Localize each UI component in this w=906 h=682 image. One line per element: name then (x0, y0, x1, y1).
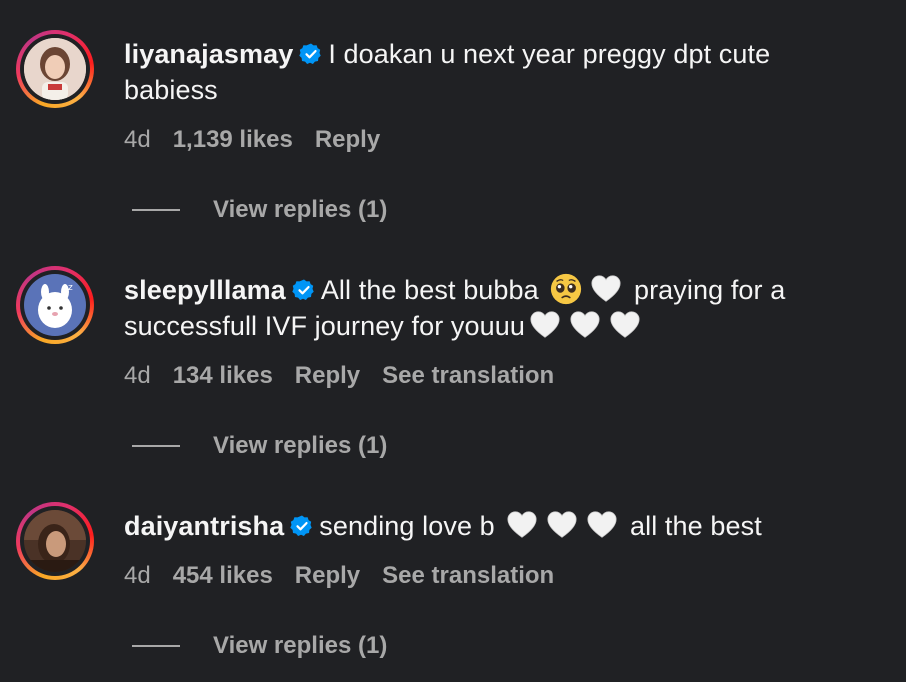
reply-button[interactable]: Reply (315, 126, 380, 153)
view-replies-button[interactable]: View replies (1) (132, 431, 387, 461)
avatar-image (24, 510, 86, 572)
comment-timestamp: 4d (124, 562, 151, 589)
replies-divider-line (132, 445, 180, 447)
avatar-image: z (24, 274, 86, 336)
comments-panel: { "comments": [ { "username": "liyanajas… (0, 0, 906, 682)
likes-count[interactable]: 1,139 likes (173, 126, 293, 153)
verified-badge-icon (290, 515, 312, 536)
comment-meta: 4d 1,139 likes Reply (124, 125, 402, 155)
likes-count[interactable]: 134 likes (173, 362, 273, 389)
comment-body: liyanajasmay I doakan u next year preggy… (124, 36, 844, 108)
white-heart-emoji (507, 511, 537, 538)
replies-divider-line (132, 209, 180, 211)
white-heart-emoji (547, 511, 577, 538)
comment-text-part1: All the best bubba (320, 275, 547, 305)
comment-username[interactable]: sleepylllama (124, 275, 286, 305)
avatar[interactable] (16, 30, 94, 108)
comment-text-part1: sending love b (319, 511, 503, 541)
see-translation-button[interactable]: See translation (382, 362, 554, 389)
white-heart-emoji (587, 511, 617, 538)
likes-count[interactable]: 454 likes (173, 562, 273, 589)
avatar-image (24, 38, 86, 100)
white-heart-emoji (530, 311, 560, 338)
comment-username[interactable]: daiyantrisha (124, 511, 284, 541)
comment-body: daiyantrisha sending love b all the best (124, 508, 844, 544)
view-replies-button[interactable]: View replies (1) (132, 195, 387, 225)
avatar[interactable] (16, 502, 94, 580)
comment-body: sleepylllama All the best bubba praying … (124, 272, 844, 344)
view-replies-label: View replies (1) (213, 196, 388, 223)
comment-timestamp: 4d (124, 362, 151, 389)
white-heart-emoji (591, 275, 621, 302)
comment-meta: 4d 454 likes Reply See translation (124, 561, 576, 591)
reply-button[interactable]: Reply (295, 362, 360, 389)
reply-button[interactable]: Reply (295, 562, 360, 589)
white-heart-emoji (570, 311, 600, 338)
comment-meta: 4d 134 likes Reply See translation (124, 361, 576, 391)
verified-badge-icon (292, 279, 314, 300)
white-heart-emoji (610, 311, 640, 338)
replies-divider-line (132, 645, 180, 647)
pleading-face-emoji (551, 273, 582, 305)
comment-username[interactable]: liyanajasmay (124, 39, 293, 69)
avatar[interactable]: z (16, 266, 94, 344)
verified-badge-icon (299, 43, 322, 64)
see-translation-button[interactable]: See translation (382, 562, 554, 589)
comment-text-part2: all the best (622, 511, 762, 541)
view-replies-label: View replies (1) (213, 632, 388, 659)
comment-timestamp: 4d (124, 126, 151, 153)
view-replies-button[interactable]: View replies (1) (132, 631, 387, 661)
view-replies-label: View replies (1) (213, 432, 388, 459)
svg-text:z: z (68, 283, 73, 293)
